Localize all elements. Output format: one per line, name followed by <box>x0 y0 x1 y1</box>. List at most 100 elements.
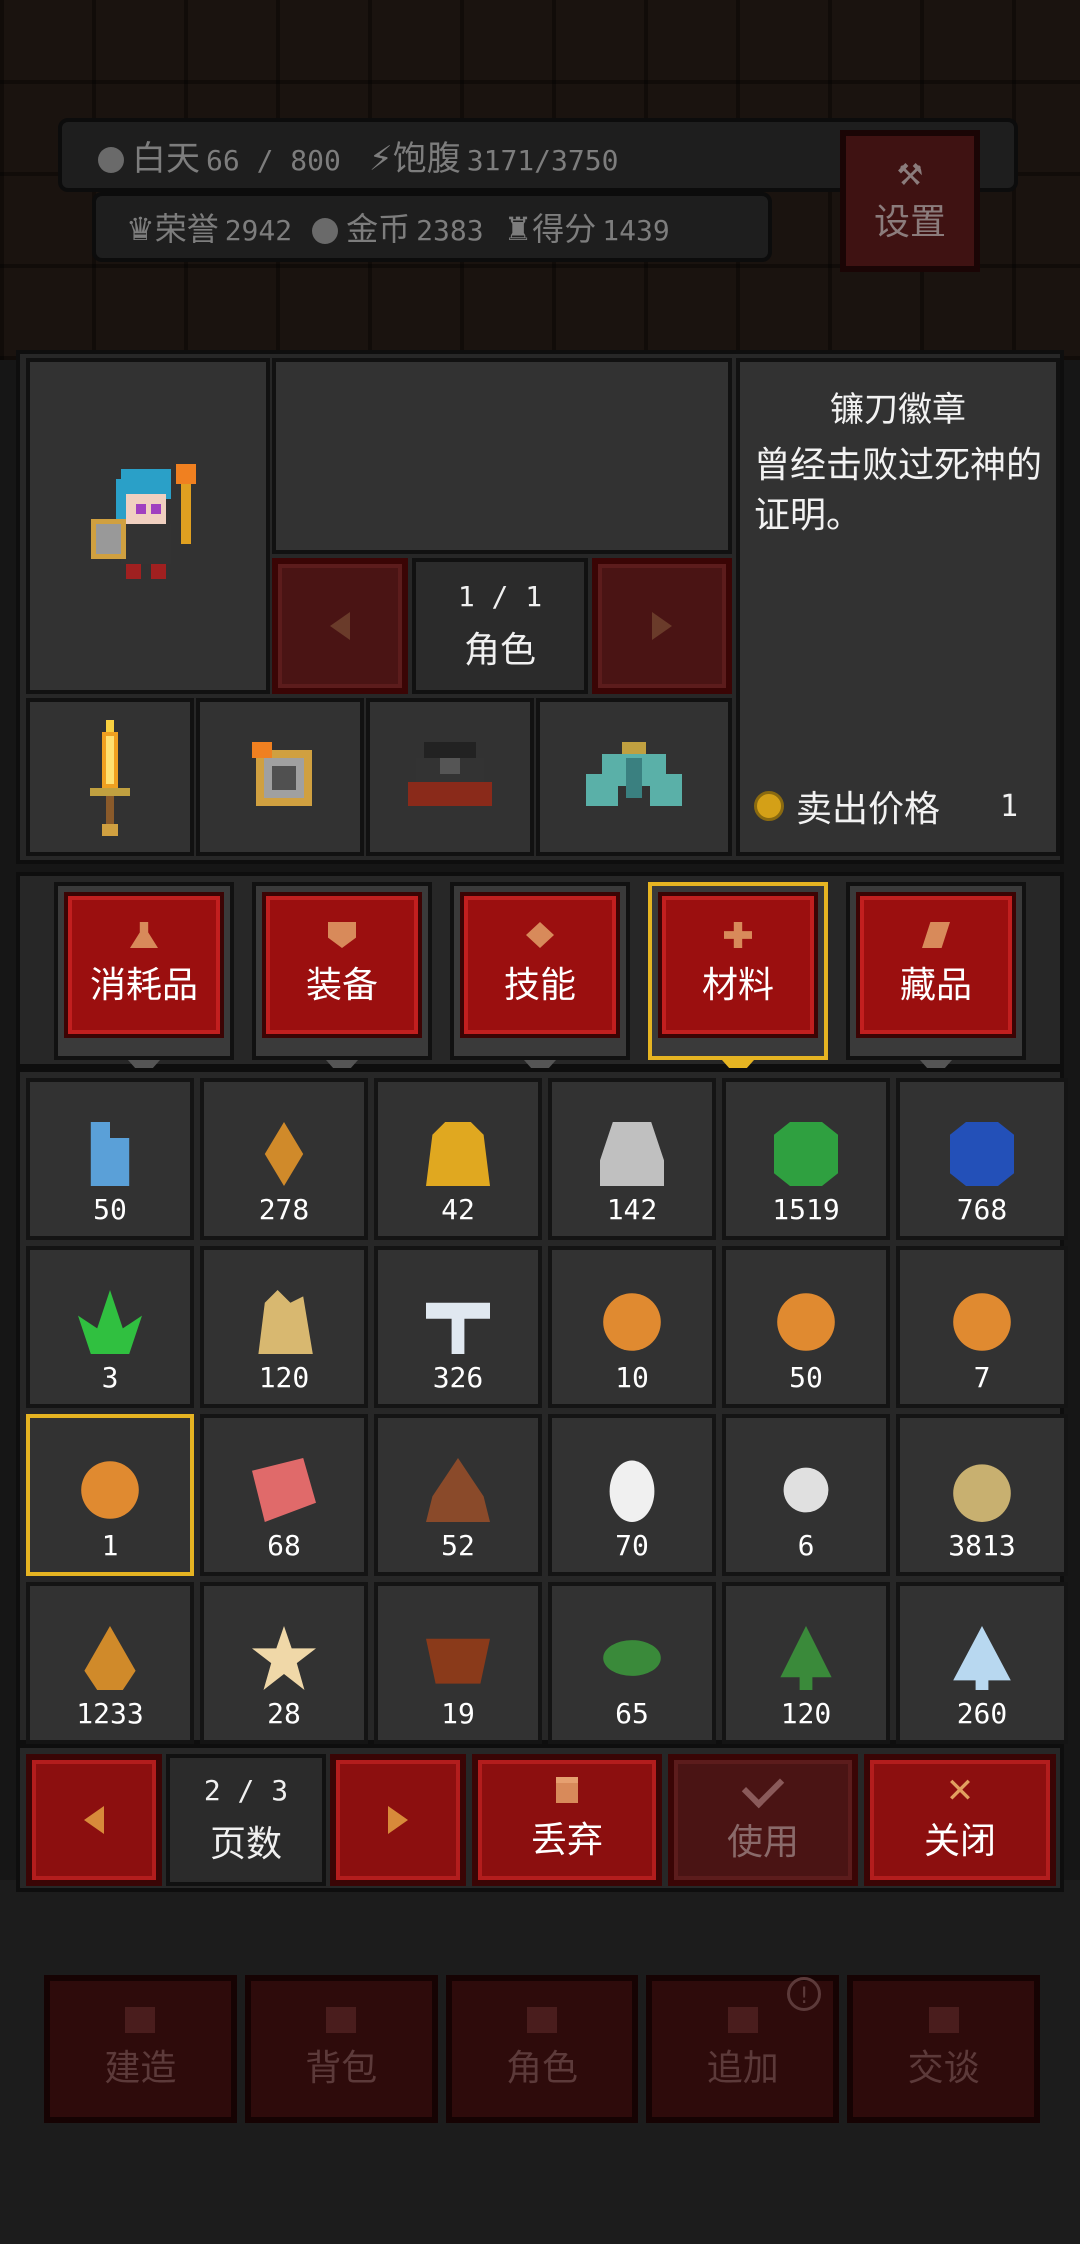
inventory-slot[interactable]: 326 <box>374 1246 542 1408</box>
diamond-icon <box>526 922 554 948</box>
nav-add-button[interactable]: 追加! <box>646 1975 840 2123</box>
item-preview-area <box>272 358 732 554</box>
emerald-icon <box>774 1122 838 1186</box>
item-quantity: 50 <box>93 1193 127 1226</box>
inventory-slot[interactable]: 1 <box>26 1414 194 1576</box>
inventory-slot[interactable]: 50 <box>26 1078 194 1240</box>
item-quantity: 3813 <box>948 1529 1016 1562</box>
seed-icon <box>264 1122 304 1186</box>
item-quantity: 50 <box>789 1361 823 1394</box>
item-quantity: 10 <box>615 1361 649 1394</box>
inventory-slot[interactable]: 260 <box>896 1582 1068 1744</box>
sell-price-value: 1 <box>999 788 1018 824</box>
inventory-slot[interactable]: 68 <box>200 1414 368 1576</box>
inventory-slot[interactable]: 7 <box>896 1246 1068 1408</box>
item-quantity: 1519 <box>772 1193 840 1226</box>
scythe-coin-icon <box>81 1461 139 1519</box>
inventory-slot[interactable]: 3813 <box>896 1414 1068 1576</box>
check-icon <box>741 1765 785 1809</box>
tab-skills[interactable]: 技能 <box>450 882 630 1078</box>
discard-button[interactable]: 丢弃 <box>472 1754 662 1886</box>
inventory-slot[interactable]: 50 <box>722 1246 890 1408</box>
sapphire-icon <box>950 1122 1014 1186</box>
inventory-slot[interactable]: 28 <box>200 1582 368 1744</box>
tab-materials[interactable]: 材料 <box>648 882 828 1078</box>
trash-icon <box>556 1777 578 1803</box>
item-quantity: 326 <box>432 1361 484 1394</box>
inventory-slot[interactable]: 52 <box>374 1414 542 1576</box>
spray-bottle-icon <box>90 1122 130 1186</box>
bottom-nav: 建造 背包 角色 追加! 交谈 <box>44 1975 1040 2123</box>
hammer-icon <box>125 2007 156 2033</box>
inventory-slot[interactable]: 120 <box>722 1582 890 1744</box>
item-quantity: 3 <box>101 1361 119 1394</box>
inventory-slot[interactable]: 42 <box>374 1078 542 1240</box>
arrow-right-icon <box>388 1806 408 1834</box>
inventory-slot[interactable]: 142 <box>548 1078 716 1240</box>
category-tabs: 消耗品 装备 技能 材料 藏品 <box>16 872 1064 1078</box>
arrow-right-icon <box>652 612 672 640</box>
day-indicator: 白天 66 / 800 <box>98 131 341 180</box>
key-coin-icon <box>953 1293 1011 1351</box>
honor-indicator: ♛荣誉 2942 <box>126 210 293 248</box>
settings-button[interactable]: ⚒ 设置 <box>840 130 980 272</box>
close-icon: ✕ <box>945 1771 975 1811</box>
item-info-panel: 1 / 1 角色 镰刀徽章 曾经击败过死神的证明。 卖出价格 1 <box>16 350 1064 864</box>
tab-collectibles[interactable]: 藏品 <box>846 882 1026 1078</box>
item-quantity: 19 <box>441 1697 475 1730</box>
item-quantity: 65 <box>615 1697 649 1730</box>
item-quantity: 120 <box>780 1697 832 1730</box>
inventory-grid: 50 278 42 142 1519 768 3 120 326 10 50 7 1 68 52 70 6 381… <box>16 1068 1068 1744</box>
item-quantity: 28 <box>267 1697 301 1730</box>
swirl-coin-icon <box>777 1293 835 1351</box>
item-quantity: 1233 <box>76 1697 144 1730</box>
inventory-slot[interactable]: 19 <box>374 1582 542 1744</box>
nav-character-button[interactable]: 角色 <box>445 1975 639 2123</box>
nav-build-button[interactable]: 建造 <box>44 1975 237 2123</box>
action-bar: 2 / 3 页数 丢弃 使用 ✕ 关闭 <box>16 1744 1064 1892</box>
item-quantity: 120 <box>258 1361 310 1394</box>
item-quantity: 70 <box>615 1529 649 1562</box>
nav-bag-button[interactable]: 背包 <box>244 1975 438 2123</box>
inventory-slot[interactable]: 120 <box>200 1246 368 1408</box>
item-quantity: 278 <box>258 1193 310 1226</box>
inventory-slot[interactable]: 65 <box>548 1582 716 1744</box>
inventory-slot[interactable]: 6 <box>722 1414 890 1576</box>
sell-price-label: 卖出价格 <box>796 789 941 830</box>
flower-icon <box>252 1626 316 1690</box>
item-description-panel: 镰刀徽章 曾经击败过死神的证明。 卖出价格 1 <box>736 358 1060 856</box>
arrow-left-icon <box>84 1806 104 1834</box>
inventory-slot[interactable]: 1233 <box>26 1582 194 1744</box>
sell-price-row: 卖出价格 1 <box>754 780 1042 832</box>
inventory-slot[interactable]: 278 <box>200 1078 368 1240</box>
close-button[interactable]: ✕ 关闭 <box>864 1754 1056 1886</box>
arrow-left-icon <box>330 612 350 640</box>
item-title: 镰刀徽章 <box>830 390 966 430</box>
character-next-button[interactable] <box>592 558 732 694</box>
leaf-icon <box>603 1640 661 1676</box>
inventory-slot[interactable]: 768 <box>896 1078 1068 1240</box>
equipment-slot-offhand[interactable] <box>196 698 364 856</box>
inventory-next-button[interactable] <box>330 1754 466 1886</box>
inventory-prev-button[interactable] <box>26 1754 162 1886</box>
nav-talk-button[interactable]: 交谈 <box>847 1975 1040 2123</box>
orange-coin-icon <box>603 1293 661 1351</box>
silver-ore-icon <box>600 1122 664 1186</box>
equipment-slot-weapon[interactable] <box>26 698 194 856</box>
inventory-slot[interactable]: 10 <box>548 1246 716 1408</box>
coin-icon <box>312 218 339 244</box>
mushroom-icon <box>426 1302 490 1354</box>
equipment-slot-cloak[interactable] <box>536 698 732 856</box>
egg-icon <box>609 1460 655 1522</box>
lightning-icon: ⚡ <box>368 138 393 179</box>
quartz-crystal-icon <box>258 1290 313 1354</box>
inventory-slot[interactable]: 3 <box>26 1246 194 1408</box>
tab-consumables[interactable]: 消耗品 <box>54 882 234 1078</box>
scroll-icon <box>922 922 950 948</box>
character-prev-button[interactable] <box>272 558 408 694</box>
use-button[interactable]: 使用 <box>668 1754 858 1886</box>
inventory-slot[interactable]: 1519 <box>722 1078 890 1240</box>
inventory-slot[interactable]: 70 <box>548 1414 716 1576</box>
tab-equipment[interactable]: 装备 <box>252 882 432 1078</box>
equipment-slot-armor[interactable] <box>366 698 534 856</box>
